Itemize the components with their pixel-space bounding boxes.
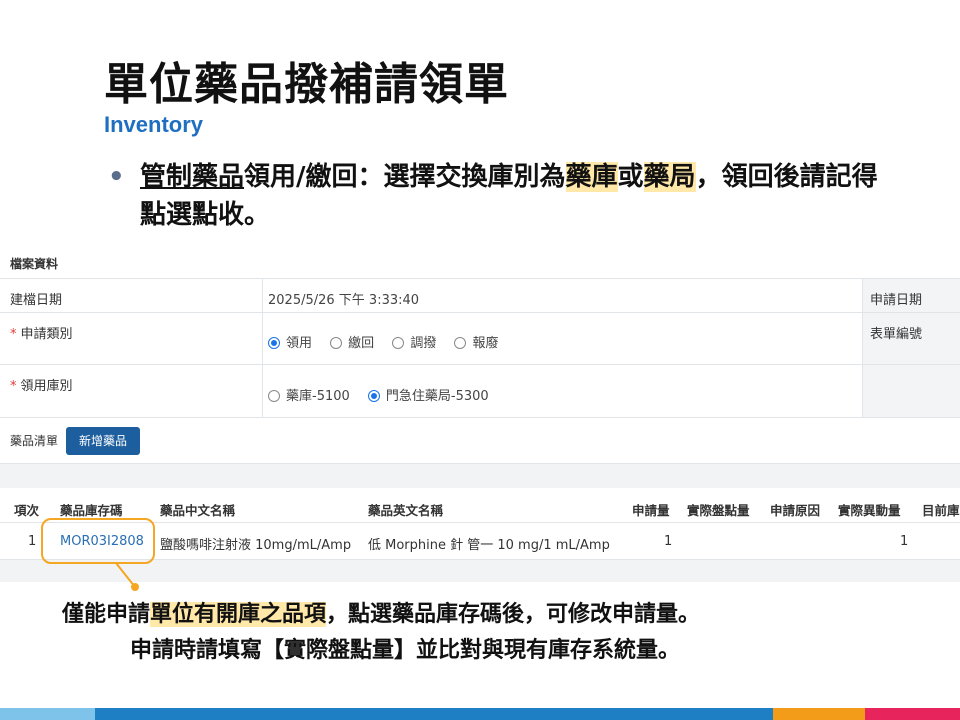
note-line-1: 僅能申請單位有開庫之品項，點選藥品庫存碼後，可修改申請量。 <box>62 596 700 628</box>
slide-subtitle: Inventory <box>104 112 204 137</box>
add-drug-button[interactable]: 新增藥品 <box>66 427 140 455</box>
drug-list-toolbar: 藥品清單 <box>0 418 960 464</box>
option-label: 藥庫-5100 <box>286 389 350 404</box>
column-divider <box>262 279 263 417</box>
required-mark: * <box>10 379 17 394</box>
section-title: 檔案資料 <box>10 257 59 271</box>
highlight-pharmacy: 藥局 <box>643 162 696 192</box>
column-header: 實際異動量 <box>838 503 901 518</box>
warehouse-row: * 領用庫別 藥庫-5100 門急住藥局-5300 <box>0 365 960 418</box>
slide-title: 單位藥品撥補請領單 <box>104 59 509 110</box>
option-label: 門急住藥局-5300 <box>385 389 489 404</box>
footer-bar-blue <box>95 708 773 720</box>
radio-icon[interactable] <box>392 336 405 349</box>
form-no-label: 表單編號 <box>870 327 923 342</box>
warehouse-label: * 領用庫別 <box>10 375 73 394</box>
column-header: 目前庫 <box>922 503 960 518</box>
column-header: 藥品中文名稱 <box>160 503 236 518</box>
radio-icon[interactable] <box>268 389 280 402</box>
bullet-text: 管制藥品領用/繳回：選擇交換庫別為藥庫或藥局，領回後請記得點選點收。 <box>140 158 900 234</box>
radio-icon[interactable] <box>454 336 467 349</box>
apply-type-label-text: 申請類別 <box>20 327 73 342</box>
warehouse-option-5300[interactable]: 門急住藥局-5300 <box>367 385 489 404</box>
apply-type-label: * 申請類別 <box>10 323 73 342</box>
footer-bar-light <box>0 708 95 720</box>
note-highlight: 單位有開庫之品項 <box>150 602 327 627</box>
right-column <box>862 365 960 417</box>
warehouse-option-5100[interactable]: 藥庫-5100 <box>268 385 350 404</box>
column-header: 藥品英文名稱 <box>368 503 444 518</box>
column-header: 申請原因 <box>770 503 821 518</box>
drug-name-en: 低 Morphine 針 管一 10 mg/1 mL/Amp <box>368 538 610 553</box>
created-date-row: 建檔日期 2025/5/26 下午 3:33:40 申請日期 <box>0 279 960 313</box>
apply-type-radio-group: 領用 繳回 調撥 報廢 <box>268 332 512 351</box>
highlight-pharmacy-warehouse: 藥庫 <box>565 162 618 192</box>
footer-bar-red <box>865 708 960 720</box>
option-label: 調撥 <box>410 336 437 351</box>
apply-date-label: 申請日期 <box>870 293 923 308</box>
callout-dot <box>131 583 139 591</box>
option-label: 領用 <box>286 336 313 351</box>
section-header-row: 檔案資料 <box>0 242 960 279</box>
warehouse-radio-group: 藥庫-5100 門急住藥局-5300 <box>268 385 503 404</box>
note-text-segment: ，點選藥品庫存碼後，可修改申請量。 <box>326 602 701 627</box>
column-header: 項次 <box>14 503 40 518</box>
drug-list-label: 藥品清單 <box>10 434 59 448</box>
apply-qty: 1 <box>664 534 673 549</box>
note-text-segment: 僅能申請 <box>62 602 151 627</box>
footer-bar-orange <box>773 708 865 720</box>
note-line-2: 申請時請填寫【實際盤點量】並比對與現有庫存系統量。 <box>130 638 681 663</box>
radio-selected-icon[interactable] <box>268 336 280 349</box>
option-label: 報廢 <box>472 336 499 351</box>
column-header: 申請量 <box>632 503 670 518</box>
column-header: 藥品庫存碼 <box>60 503 123 518</box>
radio-selected-icon[interactable] <box>367 389 380 402</box>
radio-icon[interactable] <box>330 336 343 349</box>
table-footer <box>0 582 960 590</box>
callout-highlight-box <box>41 518 155 564</box>
column-header: 實際盤點量 <box>687 503 750 518</box>
apply-type-option-transfer[interactable]: 調撥 <box>392 332 436 351</box>
drug-name-zh: 鹽酸嗎啡注射液 10mg/mL/Amp <box>160 538 352 553</box>
bullet-underline-text: 管制藥品 <box>140 162 245 192</box>
option-label: 繳回 <box>348 336 375 351</box>
bullet-text-segment: 或 <box>617 162 644 192</box>
bullet-dot: • <box>108 162 125 192</box>
row-index: 1 <box>28 534 37 549</box>
apply-type-row: * 申請類別 領用 繳回 調撥 報廢 表單編號 <box>0 313 960 365</box>
apply-type-option-return[interactable]: 繳回 <box>330 332 374 351</box>
apply-type-option-collect[interactable]: 領用 <box>268 332 312 351</box>
warehouse-label-text: 領用庫別 <box>20 379 73 394</box>
created-date-label: 建檔日期 <box>10 293 63 308</box>
apply-type-option-scrap[interactable]: 報廢 <box>454 332 498 351</box>
required-mark: * <box>10 327 17 342</box>
actual-change-qty: 1 <box>900 534 909 549</box>
bullet-text-segment: 領用/繳回：選擇交換庫別為 <box>244 162 566 192</box>
created-date-value: 2025/5/26 下午 3:33:40 <box>268 293 420 308</box>
